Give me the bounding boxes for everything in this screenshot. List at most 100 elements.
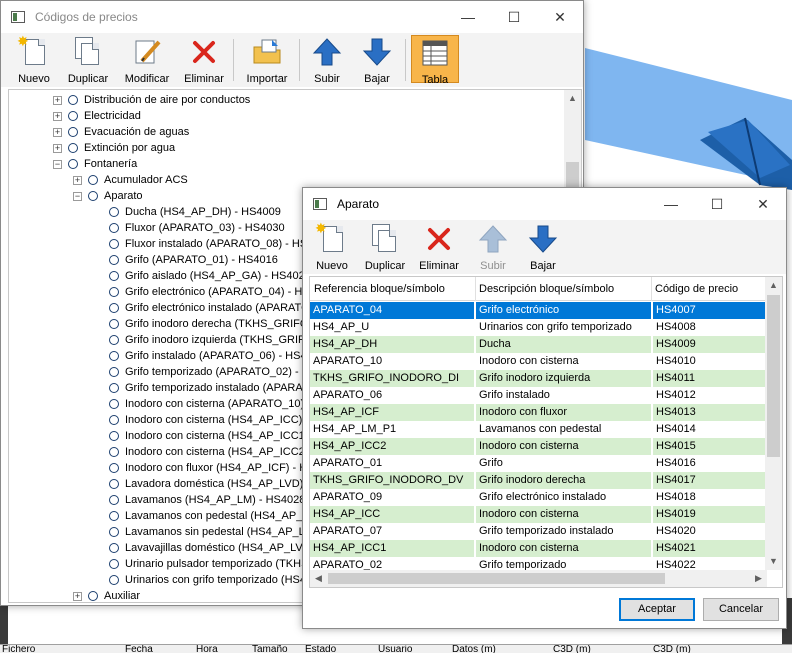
expand-icon[interactable]: +: [73, 592, 82, 601]
column-divider[interactable]: [651, 277, 652, 301]
tree-item[interactable]: + Extinción por agua: [9, 140, 565, 156]
table-row[interactable]: HS4_AP_ICF Inodoro con fluxor HS4013: [310, 404, 767, 421]
table-cell-code[interactable]: HS4013: [652, 404, 767, 421]
import-button[interactable]: Importar: [241, 35, 293, 85]
table-row[interactable]: TKHS_GRIFO_INODORO_DV Grifo inodoro derec…: [310, 472, 767, 489]
table-cell-ref[interactable]: HS4_AP_LM_P1: [310, 421, 474, 438]
table-cell-ref[interactable]: TKHS_GRIFO_INODORO_DI: [310, 370, 474, 387]
table-row[interactable]: APARATO_10 Inodoro con cisterna HS4010: [310, 353, 767, 370]
table-row[interactable]: HS4_AP_U Urinarios con grifo temporizado H…: [310, 319, 767, 336]
edit-button[interactable]: Modificar: [119, 35, 175, 85]
close-button[interactable]: ✕: [537, 1, 583, 33]
table-row[interactable]: APARATO_09 Grifo electrónico instalado HS4…: [310, 489, 767, 506]
table-cell-code[interactable]: HS4014: [652, 421, 767, 438]
tree-item[interactable]: − Fontanería: [9, 156, 565, 172]
accept-button[interactable]: Aceptar: [619, 598, 695, 621]
column-divider[interactable]: [475, 277, 476, 301]
table-cell-code[interactable]: HS4021: [652, 540, 767, 557]
dialog-maximize-button[interactable]: ☐: [694, 188, 740, 220]
table-row[interactable]: TKHS_GRIFO_INODORO_DI Grifo inodoro izqui…: [310, 370, 767, 387]
tree-item[interactable]: + Evacuación de aguas: [9, 124, 565, 140]
dialog-move-up-button[interactable]: Subir: [471, 222, 515, 272]
table-cell-ref[interactable]: HS4_AP_ICC1: [310, 540, 474, 557]
table-cell-code[interactable]: HS4008: [652, 319, 767, 336]
table-cell-ref[interactable]: HS4_AP_ICF: [310, 404, 474, 421]
table-cell-code[interactable]: HS4012: [652, 387, 767, 404]
table-cell-code[interactable]: HS4018: [652, 489, 767, 506]
tree-item[interactable]: + Acumulador ACS: [9, 172, 565, 188]
table-cell-desc[interactable]: Inodoro con cisterna: [475, 438, 651, 455]
expand-icon[interactable]: +: [53, 128, 62, 137]
tree-item[interactable]: + Distribución de aire por conductos: [9, 92, 565, 108]
aparato-table[interactable]: Referencia bloque/símbolo Descripción bl…: [309, 276, 783, 588]
table-cell-ref[interactable]: APARATO_01: [310, 455, 474, 472]
table-row[interactable]: HS4_AP_ICC1 Inodoro con cisterna HS4021: [310, 540, 767, 557]
table-cell-desc[interactable]: Lavamanos con pedestal: [475, 421, 651, 438]
table-cell-ref[interactable]: APARATO_10: [310, 353, 474, 370]
scroll-up-arrow-icon[interactable]: ▲: [765, 277, 782, 294]
table-cell-ref[interactable]: APARATO_07: [310, 523, 474, 540]
table-cell-ref[interactable]: APARATO_04: [310, 302, 474, 319]
expand-icon[interactable]: +: [53, 144, 62, 153]
table-row[interactable]: APARATO_07 Grifo temporizado instalado HS4…: [310, 523, 767, 540]
new-button[interactable]: ✸ Nuevo: [9, 33, 59, 85]
table-cell-code[interactable]: HS4019: [652, 506, 767, 523]
table-row[interactable]: APARATO_04 Grifo electrónico HS4007: [310, 302, 767, 319]
scroll-down-arrow-icon[interactable]: ▼: [765, 553, 782, 570]
table-cell-ref[interactable]: HS4_AP_ICC: [310, 506, 474, 523]
table-cell-desc[interactable]: Urinarios con grifo temporizado: [475, 319, 651, 336]
table-cell-desc[interactable]: Grifo temporizado instalado: [475, 523, 651, 540]
table-cell-ref[interactable]: HS4_AP_ICC2: [310, 438, 474, 455]
table-cell-desc[interactable]: Inodoro con cisterna: [475, 353, 651, 370]
table-cell-desc[interactable]: Grifo inodoro izquierda: [475, 370, 651, 387]
table-cell-desc[interactable]: Grifo instalado: [475, 387, 651, 404]
table-vertical-scrollbar[interactable]: ▲ ▼: [765, 277, 782, 570]
scroll-up-arrow-icon[interactable]: ▲: [564, 90, 581, 107]
table-cell-code[interactable]: HS4020: [652, 523, 767, 540]
column-header-reference[interactable]: Referencia bloque/símbolo: [314, 283, 445, 295]
table-cell-code[interactable]: HS4007: [652, 302, 767, 319]
tree-item[interactable]: + Electricidad: [9, 108, 565, 124]
move-down-button[interactable]: Bajar: [355, 35, 399, 85]
table-cell-desc[interactable]: Grifo inodoro derecha: [475, 472, 651, 489]
table-cell-code[interactable]: HS4010: [652, 353, 767, 370]
table-cell-ref[interactable]: HS4_AP_DH: [310, 336, 474, 353]
collapse-icon[interactable]: −: [73, 192, 82, 201]
table-cell-desc[interactable]: Grifo: [475, 455, 651, 472]
expand-icon[interactable]: +: [53, 112, 62, 121]
table-cell-desc[interactable]: Inodoro con cisterna: [475, 540, 651, 557]
table-cell-code[interactable]: HS4016: [652, 455, 767, 472]
table-cell-ref[interactable]: APARATO_06: [310, 387, 474, 404]
table-cell-code[interactable]: HS4011: [652, 370, 767, 387]
table-row[interactable]: APARATO_01 Grifo HS4016: [310, 455, 767, 472]
table-row[interactable]: APARATO_06 Grifo instalado HS4012: [310, 387, 767, 404]
dialog-close-button[interactable]: ✕: [740, 188, 786, 220]
table-horizontal-scrollbar[interactable]: ◀ ▶: [310, 570, 767, 587]
table-row[interactable]: HS4_AP_LM_P1 Lavamanos con pedestal HS4014: [310, 421, 767, 438]
table-cell-code[interactable]: HS4015: [652, 438, 767, 455]
dialog-new-button[interactable]: ✸ Nuevo: [309, 220, 355, 272]
table-row[interactable]: HS4_AP_ICC Inodoro con cisterna HS4019: [310, 506, 767, 523]
table-button[interactable]: Tabla: [411, 35, 459, 86]
table-cell-code[interactable]: HS4017: [652, 472, 767, 489]
horizontal-scroll-thumb[interactable]: [328, 573, 665, 584]
cancel-button[interactable]: Cancelar: [703, 598, 779, 621]
table-cell-desc[interactable]: Grifo electrónico instalado: [475, 489, 651, 506]
table-cell-desc[interactable]: Inodoro con fluxor: [475, 404, 651, 421]
duplicate-button[interactable]: Duplicar: [63, 35, 113, 85]
column-header-price-code[interactable]: Código de precio: [655, 283, 738, 295]
scroll-right-arrow-icon[interactable]: ▶: [750, 570, 767, 587]
table-cell-ref[interactable]: APARATO_09: [310, 489, 474, 506]
table-cell-ref[interactable]: TKHS_GRIFO_INODORO_DV: [310, 472, 474, 489]
dialog-delete-button[interactable]: Eliminar: [415, 222, 463, 272]
dialog-minimize-button[interactable]: —: [648, 188, 694, 220]
table-cell-desc[interactable]: Inodoro con cisterna: [475, 506, 651, 523]
table-cell-desc[interactable]: Grifo electrónico: [475, 302, 651, 319]
table-row[interactable]: HS4_AP_DH Ducha HS4009: [310, 336, 767, 353]
expand-icon[interactable]: +: [53, 96, 62, 105]
table-cell-code[interactable]: HS4009: [652, 336, 767, 353]
scroll-thumb[interactable]: [767, 295, 780, 457]
collapse-icon[interactable]: −: [53, 160, 62, 169]
column-header-description[interactable]: Descripción bloque/símbolo: [479, 283, 614, 295]
maximize-button[interactable]: ☐: [491, 1, 537, 33]
